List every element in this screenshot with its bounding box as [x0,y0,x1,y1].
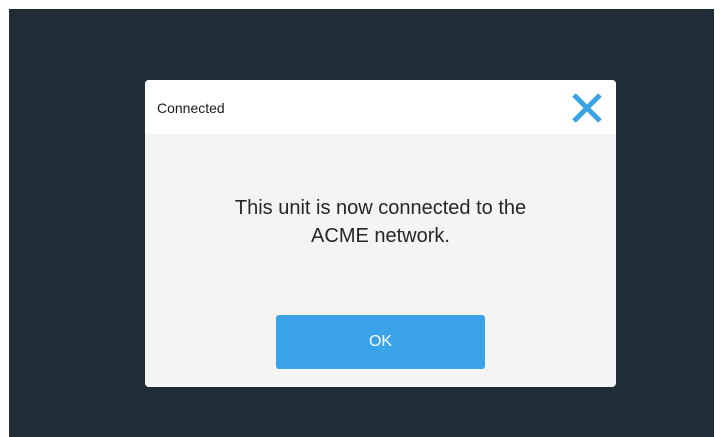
close-icon [572,93,602,123]
message-line-1: This unit is now connected to the [234,197,527,219]
screen-background: Connected This unit is now connected to … [9,9,714,437]
ok-button[interactable]: OK [276,315,485,369]
connected-dialog: Connected This unit is now connected to … [145,80,616,387]
dialog-message: This unit is now connected to the ACME n… [145,194,616,250]
dialog-title: Connected [157,100,225,116]
message-line-2: ACME network. [311,225,450,247]
close-button[interactable] [565,88,609,128]
dialog-header: Connected [145,80,616,134]
